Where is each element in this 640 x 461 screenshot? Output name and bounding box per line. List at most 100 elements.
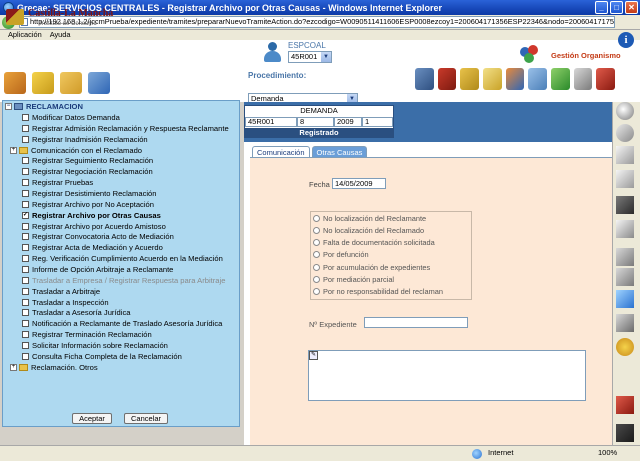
notes-icon[interactable] [32,72,54,94]
tools-icon[interactable] [551,68,570,90]
tree-item[interactable]: Registrar Archivo por Acuerdo Amistoso [22,221,166,232]
tree-item[interactable]: Notificación a Reclamante de Traslado As… [22,318,222,329]
tree-root[interactable]: − RECLAMACION [5,101,83,112]
espcoal-select[interactable]: 45R001 ▼ [288,51,332,63]
checkbox-icon[interactable] [22,168,29,176]
cancel-button[interactable]: Cancelar [124,413,168,424]
checkbox-icon[interactable] [22,352,29,360]
tree-item[interactable]: Registrar Seguimiento Reclamación [22,156,153,167]
print-icon[interactable] [616,248,634,266]
expediente-field[interactable] [364,317,468,328]
checkbox-icon[interactable] [22,124,29,132]
exit-icon[interactable] [596,68,616,90]
tree-item[interactable]: Trasladar a Arbitraje [22,286,100,297]
globe-icon[interactable] [505,68,525,90]
tree-item[interactable]: Registrar Archivo por No Aceptación [22,199,154,210]
checkbox-icon[interactable] [22,265,29,273]
radio-option[interactable]: Por no responsabilidad del reclaman [313,286,443,297]
checkbox-icon[interactable] [22,331,29,339]
tree-item[interactable]: ✓ Registrar Archivo por Otras Causas [22,210,161,221]
expand-icon[interactable]: + [10,363,17,371]
tree-item[interactable]: Trasladar a Empresa / Registrar Respuest… [22,275,225,286]
checkbox-icon[interactable] [22,244,29,252]
checkbox-icon[interactable] [22,341,29,349]
expand-icon[interactable]: + [10,146,17,154]
keys-icon[interactable] [573,68,593,90]
radio-icon[interactable] [313,215,320,222]
copy-icon[interactable] [616,220,634,238]
settings-icon[interactable] [616,338,634,356]
document-icon[interactable] [616,146,634,164]
pages-icon[interactable] [616,170,634,188]
collapse-icon[interactable]: − [5,102,12,110]
radio-option[interactable]: Por acumulación de expedientes [313,262,430,273]
tree-item[interactable]: Registrar Acta de Mediación y Acuerdo [22,242,163,253]
tree-item[interactable]: Registrar Terminación Reclamación [22,329,152,340]
tree-item[interactable]: Registrar Inadmisión Reclamación [22,134,148,145]
database-icon[interactable] [616,290,634,308]
search-icon[interactable] [616,102,634,120]
tree-item[interactable]: Reg. Verificación Cumplimiento Acuerdo e… [22,253,223,264]
checkbox-icon[interactable] [22,320,29,328]
radio-option[interactable]: No localización del Reclamado [313,225,424,236]
tree-item[interactable]: Solicitar Información sobre Reclamación [22,340,168,351]
tree-item[interactable]: Informe de Opción Arbitraje a Reclamante [22,264,173,275]
checkbox-icon[interactable]: ✓ [22,211,29,219]
tree-item[interactable]: Registrar Admisión Reclamación y Respues… [22,123,229,134]
radio-icon[interactable] [313,288,320,295]
checkbox-icon[interactable] [22,276,29,284]
network-icon[interactable] [528,68,548,90]
folder-icon[interactable] [60,72,82,94]
radio-icon[interactable] [313,264,320,271]
documents-icon[interactable] [460,68,480,90]
zoom-level[interactable]: 100% [598,448,617,457]
envelope-icon[interactable] [483,68,502,90]
maximize-button[interactable]: □ [610,1,623,14]
edit-icon[interactable]: ✎ [309,351,318,360]
tree-item[interactable]: Trasladar a Asesoría Jurídica [22,308,130,319]
tree-item[interactable]: Trasladar a Inspección [22,297,109,308]
checkbox-icon[interactable] [22,157,29,165]
books-icon[interactable] [437,68,457,90]
printer-icon[interactable] [415,68,434,90]
info-icon[interactable]: i [618,32,634,48]
minimize-button[interactable]: _ [595,1,608,14]
computer-icon[interactable] [88,72,110,94]
checkbox-icon[interactable] [22,309,29,317]
expediente-icon[interactable] [4,72,26,94]
tree-item[interactable]: Registrar Pruebas [22,177,93,188]
observaciones-textarea[interactable] [308,350,586,401]
fax-icon[interactable] [616,314,634,332]
radio-option[interactable]: Por defunción [313,249,369,260]
radio-option[interactable]: No localización del Reclamante [313,213,426,224]
delete-icon[interactable] [616,396,634,414]
chevron-down-icon[interactable]: ▼ [321,52,331,62]
checkbox-icon[interactable] [22,287,29,295]
radio-icon[interactable] [313,251,320,258]
checkbox-icon[interactable] [22,200,29,208]
save-icon[interactable] [616,196,634,214]
menu-ayuda[interactable]: Ayuda [50,30,71,40]
radio-option[interactable]: Por mediación parcial [313,274,394,285]
tree-item[interactable]: Registrar Negociación Reclamación [22,166,153,177]
checkbox-icon[interactable] [22,298,29,306]
tree-item[interactable]: Registrar Convocatoria Acto de Mediación [22,232,174,243]
checkbox-icon[interactable] [22,114,29,122]
checkbox-icon[interactable] [22,135,29,143]
gestion-organismo-link[interactable]: Gestión Organismo [551,51,621,60]
gestion-organismo-icon[interactable] [520,45,546,63]
radio-option[interactable]: Falta de documentación solicitada [313,237,435,248]
tree-folder-item[interactable]: + Comunicación con el Reclamado [10,145,142,156]
checkbox-icon[interactable] [22,190,29,198]
close-button[interactable]: ✕ [625,1,638,14]
radio-icon[interactable] [313,276,320,283]
tree-item[interactable]: Registrar Desistimiento Reclamación [22,188,157,199]
tree-folder-item[interactable]: + Reclamación. Otros [10,362,98,373]
radio-icon[interactable] [313,227,320,234]
radio-icon[interactable] [313,239,320,246]
tree-item[interactable]: Modificar Datos Demanda [22,112,120,123]
accept-button[interactable]: Aceptar [72,413,112,424]
checkbox-icon[interactable] [22,233,29,241]
checkbox-icon[interactable] [22,222,29,230]
exit-icon[interactable] [616,424,634,442]
